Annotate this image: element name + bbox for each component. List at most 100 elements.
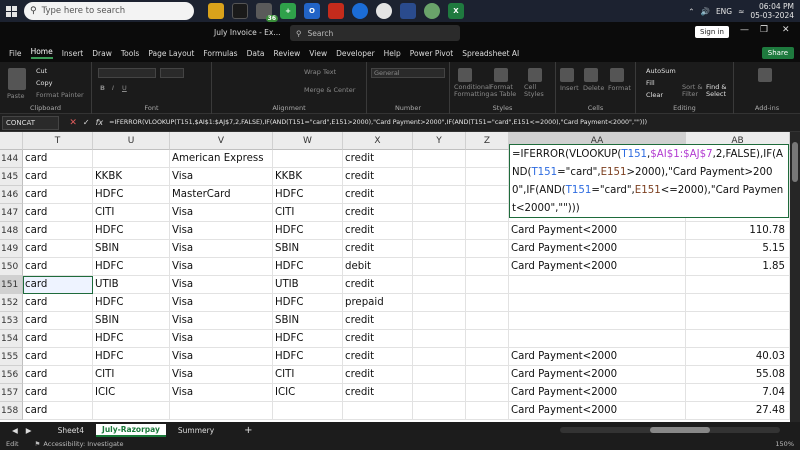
- close-icon[interactable]: ✕: [782, 25, 790, 35]
- cell-w-146[interactable]: HDFC: [273, 186, 343, 204]
- tab-formulas[interactable]: Formulas: [203, 49, 237, 58]
- file-explorer-icon[interactable]: [208, 3, 224, 19]
- cancel-icon[interactable]: ✕: [69, 118, 77, 128]
- cell-y-150[interactable]: [413, 258, 466, 276]
- cell-t-148[interactable]: card: [23, 222, 93, 240]
- cell-t-147[interactable]: card: [23, 204, 93, 222]
- cell-v-153[interactable]: Visa: [170, 312, 273, 330]
- chat-app-icon[interactable]: 36: [256, 3, 278, 22]
- start-button[interactable]: [0, 0, 22, 22]
- cell-z-145[interactable]: [466, 168, 509, 186]
- cell-v-149[interactable]: Visa: [170, 240, 273, 258]
- cell-u-148[interactable]: HDFC: [93, 222, 170, 240]
- cell-v-157[interactable]: Visa: [170, 384, 273, 402]
- select-all-corner[interactable]: [0, 132, 23, 150]
- autosum-button[interactable]: AutoSum: [646, 67, 676, 75]
- tab-tools[interactable]: Tools: [121, 49, 139, 58]
- cell-t-146[interactable]: card: [23, 186, 93, 204]
- cell-v-152[interactable]: Visa: [170, 294, 273, 312]
- cell-w-155[interactable]: HDFC: [273, 348, 343, 366]
- horizontal-scrollbar[interactable]: [560, 427, 780, 433]
- tab-spreadsheet-ai[interactable]: Spreadsheet AI: [462, 49, 519, 58]
- cell-u-153[interactable]: SBIN: [93, 312, 170, 330]
- excel-icon[interactable]: X: [448, 3, 464, 19]
- vertical-scrollbar[interactable]: [790, 132, 800, 422]
- accessibility-status[interactable]: Accessibility: Investigate: [43, 440, 123, 448]
- cell-x-144[interactable]: credit: [343, 150, 413, 168]
- cell-y-157[interactable]: [413, 384, 466, 402]
- cell-v-151[interactable]: Visa: [170, 276, 273, 294]
- cell-ab-148[interactable]: 110.78: [686, 222, 790, 240]
- insert-cells-icon[interactable]: [560, 68, 574, 82]
- column-header[interactable]: Y: [413, 132, 466, 150]
- cell-w-154[interactable]: HDFC: [273, 330, 343, 348]
- share-button[interactable]: Share: [761, 47, 794, 59]
- cell-ab-157[interactable]: 7.04: [686, 384, 790, 402]
- cell-z-158[interactable]: [466, 402, 509, 420]
- row-header[interactable]: 146: [0, 186, 23, 204]
- cell-z-146[interactable]: [466, 186, 509, 204]
- outlook-icon[interactable]: O: [304, 3, 320, 19]
- cell-u-145[interactable]: KKBK: [93, 168, 170, 186]
- enter-icon[interactable]: ✓: [83, 118, 90, 127]
- merge-center-button[interactable]: Merge & Center: [304, 86, 355, 94]
- column-header[interactable]: V: [170, 132, 273, 150]
- row-header[interactable]: 150: [0, 258, 23, 276]
- insert-function-button[interactable]: fx: [96, 118, 104, 127]
- cell-y-153[interactable]: [413, 312, 466, 330]
- prev-sheet-icon[interactable]: ◀: [12, 426, 18, 435]
- edge-icon[interactable]: [352, 3, 368, 19]
- delete-cells-button[interactable]: Delete: [583, 84, 604, 92]
- chrome-icon[interactable]: [376, 3, 392, 19]
- delete-cells-icon[interactable]: [584, 68, 598, 82]
- cell-aa-154[interactable]: [509, 330, 686, 348]
- cell-aa-149[interactable]: Card Payment<2000: [509, 240, 686, 258]
- cell-ab-155[interactable]: 40.03: [686, 348, 790, 366]
- cell-u-152[interactable]: HDFC: [93, 294, 170, 312]
- row-header[interactable]: 153: [0, 312, 23, 330]
- format-cells-icon[interactable]: [610, 68, 624, 82]
- cell-z-157[interactable]: [466, 384, 509, 402]
- row-header[interactable]: 147: [0, 204, 23, 222]
- cell-v-144[interactable]: American Express: [170, 150, 273, 168]
- cell-aa-150[interactable]: Card Payment<2000: [509, 258, 686, 276]
- cell-v-148[interactable]: Visa: [170, 222, 273, 240]
- maximize-icon[interactable]: ❐: [760, 25, 768, 35]
- sheet-tab-sheet4[interactable]: Sheet4: [52, 425, 90, 436]
- cell-y-145[interactable]: [413, 168, 466, 186]
- cell-aa-153[interactable]: [509, 312, 686, 330]
- tab-data[interactable]: Data: [247, 49, 265, 58]
- cell-x-153[interactable]: credit: [343, 312, 413, 330]
- cell-t-154[interactable]: card: [23, 330, 93, 348]
- cell-t-151[interactable]: card: [23, 276, 93, 294]
- cell-v-154[interactable]: Visa: [170, 330, 273, 348]
- cell-w-150[interactable]: HDFC: [273, 258, 343, 276]
- cell-u-155[interactable]: HDFC: [93, 348, 170, 366]
- tab-developer[interactable]: Developer: [336, 49, 375, 58]
- cell-y-154[interactable]: [413, 330, 466, 348]
- language-indicator[interactable]: ENG: [716, 7, 732, 16]
- clock[interactable]: 06:04 PM 05-03-2024: [750, 2, 794, 20]
- scroll-thumb[interactable]: [792, 142, 798, 182]
- cell-t-153[interactable]: card: [23, 312, 93, 330]
- wifi-icon[interactable]: ≈: [738, 7, 744, 16]
- cell-v-146[interactable]: MasterCard: [170, 186, 273, 204]
- cell-x-146[interactable]: credit: [343, 186, 413, 204]
- cell-aa-152[interactable]: [509, 294, 686, 312]
- app-icon[interactable]: [232, 3, 248, 19]
- format-cells-button[interactable]: Format: [608, 84, 631, 92]
- paste-icon[interactable]: [8, 68, 26, 90]
- italic-button[interactable]: I: [112, 84, 114, 92]
- cell-u-154[interactable]: HDFC: [93, 330, 170, 348]
- column-header[interactable]: U: [93, 132, 170, 150]
- sheet-tab-summery[interactable]: Summery: [172, 425, 220, 436]
- bold-button[interactable]: B: [100, 84, 105, 92]
- cell-w-151[interactable]: UTIB: [273, 276, 343, 294]
- cell-ab-152[interactable]: [686, 294, 790, 312]
- cell-w-147[interactable]: CITI: [273, 204, 343, 222]
- cell-w-158[interactable]: [273, 402, 343, 420]
- underline-button[interactable]: U: [122, 84, 127, 92]
- font-name-box[interactable]: [98, 68, 156, 78]
- app-icon-2[interactable]: [400, 3, 416, 19]
- cell-z-155[interactable]: [466, 348, 509, 366]
